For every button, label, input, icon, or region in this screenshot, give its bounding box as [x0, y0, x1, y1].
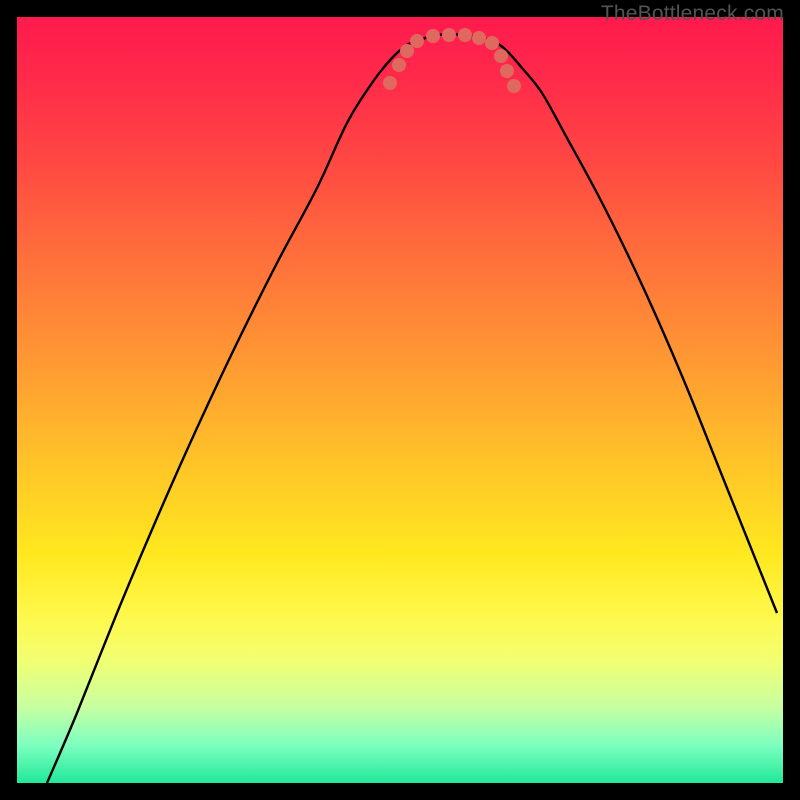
valley-dot [400, 44, 414, 58]
valley-dot [392, 58, 406, 72]
valley-dot [485, 36, 499, 50]
plot-frame [17, 17, 783, 783]
valley-dot [494, 49, 508, 63]
watermark-text: TheBottleneck.com [601, 2, 784, 26]
bottleneck-curve [17, 17, 783, 783]
valley-dot [458, 28, 472, 42]
valley-dot [472, 31, 486, 45]
valley-dot [410, 34, 424, 48]
curve-path [47, 34, 777, 783]
valley-dot [500, 64, 514, 78]
valley-marker-group [383, 28, 521, 93]
valley-dot [383, 76, 397, 90]
valley-dot [442, 28, 456, 42]
valley-dot [426, 29, 440, 43]
valley-dot [507, 79, 521, 93]
